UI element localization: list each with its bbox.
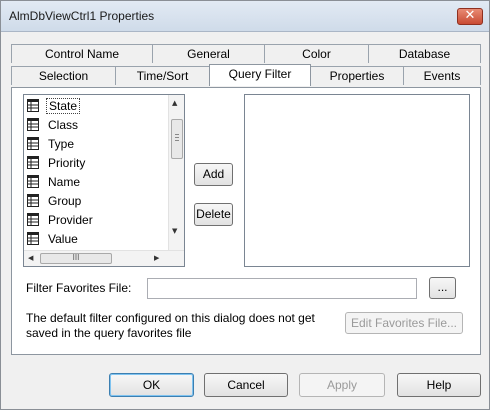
tab-general[interactable]: General — [152, 44, 265, 63]
vertical-scroll-thumb[interactable] — [171, 119, 183, 159]
tab-color[interactable]: Color — [264, 44, 369, 63]
tab-label: Control Name — [44, 47, 120, 61]
tab-row-front: Selection Time/Sort Query Filter Propert… — [11, 64, 481, 86]
button-label: Help — [426, 378, 452, 392]
tab-selection[interactable]: Selection — [11, 66, 116, 85]
tab-label: Time/Sort — [136, 69, 189, 83]
edit-favorites-button[interactable]: Edit Favorites File... — [345, 312, 463, 334]
tab-label: Database — [398, 47, 451, 61]
field-table-icon — [27, 156, 39, 169]
list-item-provider[interactable]: Provider — [27, 211, 95, 229]
list-item-label: Priority — [48, 156, 86, 170]
horizontal-scroll-thumb[interactable]: III — [40, 253, 112, 264]
properties-dialog: AlmDbViewCtrl1 Properties ✕ Control Name… — [0, 0, 490, 410]
vertical-scrollbar[interactable]: ▲ ▼ — [168, 95, 184, 253]
tab-label: Selection — [38, 69, 89, 83]
list-item-label: Name — [48, 175, 81, 189]
list-item-priority[interactable]: Priority — [27, 154, 87, 172]
tab-properties[interactable]: Properties — [310, 66, 404, 85]
list-item-class[interactable]: Class — [27, 116, 80, 134]
button-label: Add — [202, 167, 225, 181]
field-table-icon — [27, 232, 39, 245]
field-table-icon — [27, 137, 39, 150]
delete-button[interactable]: Delete — [194, 203, 233, 226]
field-table-icon — [27, 175, 39, 188]
list-item-label: Class — [48, 118, 79, 132]
list-item-name[interactable]: Name — [27, 173, 82, 191]
list-item-value[interactable]: Value — [27, 230, 80, 248]
note-line-1: The default filter configured on this di… — [26, 311, 315, 325]
scroll-right-icon[interactable]: ▶ — [154, 254, 159, 262]
button-label: ... — [437, 280, 448, 294]
tab-label: General — [187, 47, 230, 61]
tab-time-sort[interactable]: Time/Sort — [115, 66, 210, 85]
field-table-icon — [27, 194, 39, 207]
field-list[interactable]: State Class Type Priority Name Group Pro… — [23, 94, 185, 267]
window-title: AlmDbViewCtrl1 Properties — [9, 9, 155, 23]
tab-database[interactable]: Database — [368, 44, 481, 63]
list-item-label: Type — [48, 137, 75, 151]
help-button[interactable]: Help — [397, 373, 481, 397]
field-table-icon — [27, 118, 39, 131]
button-label: Cancel — [227, 378, 265, 392]
close-button[interactable]: ✕ — [457, 8, 483, 25]
add-button[interactable]: Add — [194, 163, 233, 186]
field-table-icon — [27, 99, 39, 112]
ok-button[interactable]: OK — [109, 373, 194, 397]
button-label: OK — [142, 378, 161, 392]
filter-favorites-input[interactable] — [147, 278, 417, 299]
list-item-label: Value — [48, 232, 78, 246]
tab-row-back: Control Name General Color Database — [11, 44, 481, 63]
apply-button[interactable]: Apply — [299, 373, 385, 397]
button-label: Delete — [196, 207, 231, 221]
list-item-label: State — [46, 98, 81, 114]
tab-label: Color — [302, 47, 331, 61]
scroll-left-icon[interactable]: ◀ — [28, 254, 33, 262]
list-item-label: Group — [48, 194, 82, 208]
horizontal-scrollbar[interactable]: ◀ III ▶ — [24, 250, 184, 266]
browse-button[interactable]: ... — [429, 277, 456, 299]
tab-events[interactable]: Events — [403, 66, 481, 85]
grip-icon: III — [72, 253, 80, 262]
button-label: Edit Favorites File... — [350, 316, 458, 330]
filter-favorites-label: Filter Favorites File: — [26, 281, 132, 295]
tab-label: Properties — [329, 69, 385, 83]
list-item-state[interactable]: State — [27, 97, 81, 115]
title-bar[interactable]: AlmDbViewCtrl1 Properties ✕ — [1, 1, 489, 32]
list-item-type[interactable]: Type — [27, 135, 76, 153]
tab-label: Query Filter — [228, 67, 292, 81]
field-table-icon — [27, 213, 39, 226]
note-line-2: saved in the query favorites file — [26, 326, 192, 340]
scroll-down-icon[interactable]: ▼ — [172, 227, 177, 235]
list-item-label: Provider — [48, 213, 93, 227]
tab-query-filter[interactable]: Query Filter — [209, 64, 311, 86]
filter-list[interactable] — [244, 94, 470, 267]
cancel-button[interactable]: Cancel — [204, 373, 288, 397]
grip-icon — [175, 134, 179, 135]
list-item-group[interactable]: Group — [27, 192, 83, 210]
button-label: Apply — [326, 378, 358, 392]
close-icon: ✕ — [464, 8, 476, 23]
tab-control-name[interactable]: Control Name — [11, 44, 153, 63]
tab-label: Events — [423, 69, 461, 83]
scroll-up-icon[interactable]: ▲ — [172, 99, 177, 107]
